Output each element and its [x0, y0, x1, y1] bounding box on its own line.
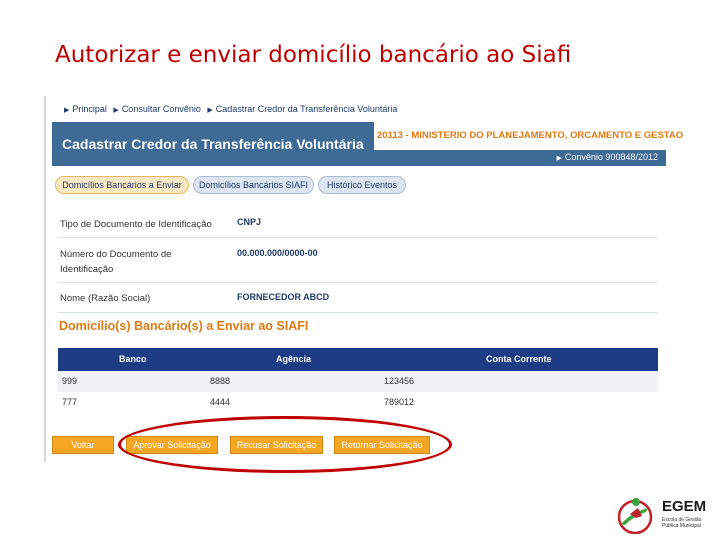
cell-agencia: 4444: [210, 397, 231, 407]
retornar-solicitacao-button[interactable]: Retornar Solicitação: [334, 436, 430, 454]
egem-emblem-icon: [617, 498, 653, 535]
aprovar-solicitacao-button[interactable]: Aprovar Solicitação: [126, 436, 218, 454]
convenio-label: Convênio 900848/2012: [564, 152, 658, 162]
page-header: Cadastrar Credor da Transferência Volunt…: [52, 122, 683, 166]
tab-domicilios-a-enviar[interactable]: Domicílios Bancários a Enviar: [55, 176, 189, 194]
chevron-right-icon: ▶: [64, 107, 70, 114]
field-row-nome: Nome (Razão Social) FORNECEDOR ABCD: [58, 287, 658, 313]
table-header: Banco Agência Conta Corrente: [58, 348, 658, 371]
field-label: Tipo de Documento de Identificação: [60, 219, 212, 230]
cell-conta: 789012: [384, 397, 415, 407]
domicilios-table: Banco Agência Conta Corrente 999 8888 12…: [58, 348, 658, 413]
section-title: Domicílio(s) Bancário(s) a Enviar ao SIA…: [59, 319, 309, 333]
column-header-agencia: Agência: [276, 354, 312, 364]
breadcrumb: ▶ Principal ▶ Consultar Convênio ▶ Cadastra…: [60, 104, 397, 114]
field-value: 00.000.000/0000-00: [237, 248, 318, 258]
voltar-button[interactable]: Voltar: [52, 436, 114, 454]
organization-label: 20113 - MINISTERIO DO PLANEJAMENTO, ORCA…: [377, 130, 684, 141]
chevron-right-icon: ▶: [556, 155, 562, 162]
field-value: FORNECEDOR ABCD: [237, 292, 330, 302]
column-header-conta: Conta Corrente: [486, 354, 552, 364]
tab-domicilios-siafi[interactable]: Domicílios Bancários SIAFI: [193, 176, 314, 194]
cell-conta: 123456: [384, 376, 415, 386]
field-row-numero-documento: Número do Documento de Identificação 00.…: [58, 243, 658, 283]
field-label: Número do Documento de Identificação: [60, 249, 172, 275]
table-row[interactable]: 999 8888 123456: [58, 371, 658, 392]
chevron-right-icon: ▶: [207, 107, 213, 114]
field-value: CNPJ: [237, 217, 262, 227]
chevron-right-icon: ▶: [113, 107, 119, 114]
breadcrumb-item-consultar-convenio[interactable]: Consultar Convênio: [122, 104, 201, 114]
logo-subtitle: Escola de Gestão Pública Municipal: [662, 517, 710, 529]
column-header-banco: Banco: [119, 354, 147, 364]
table-row[interactable]: 777 4444 789012: [58, 392, 658, 413]
cell-banco: 777: [62, 397, 78, 407]
convenio-link[interactable]: ▶ Convênio 900848/2012: [557, 152, 658, 162]
breadcrumb-item-principal[interactable]: Principal: [72, 104, 107, 114]
logo-subtitle-line: Pública Municipal: [662, 523, 701, 529]
breadcrumb-item-cadastrar-credor[interactable]: Cadastrar Credor da Transferência Volunt…: [216, 104, 398, 114]
field-row-tipo-documento: Tipo de Documento de Identificação CNPJ: [58, 212, 658, 238]
field-label: Nome (Razão Social): [60, 293, 151, 304]
egem-logo: EGEM Escola de Gestão Pública Municipal: [612, 494, 712, 535]
recusar-solicitacao-button[interactable]: Recusar Solicitação: [230, 436, 323, 454]
header-strip: ▶ Convênio 900848/2012: [52, 150, 666, 166]
slide-title: Autorizar e enviar domicílio bancário ao…: [55, 42, 572, 68]
logo-name: EGEM: [662, 498, 707, 515]
cell-agencia: 8888: [210, 376, 231, 386]
cell-banco: 999: [62, 376, 78, 386]
tab-historico-eventos[interactable]: Histórico Eventos: [318, 176, 406, 194]
